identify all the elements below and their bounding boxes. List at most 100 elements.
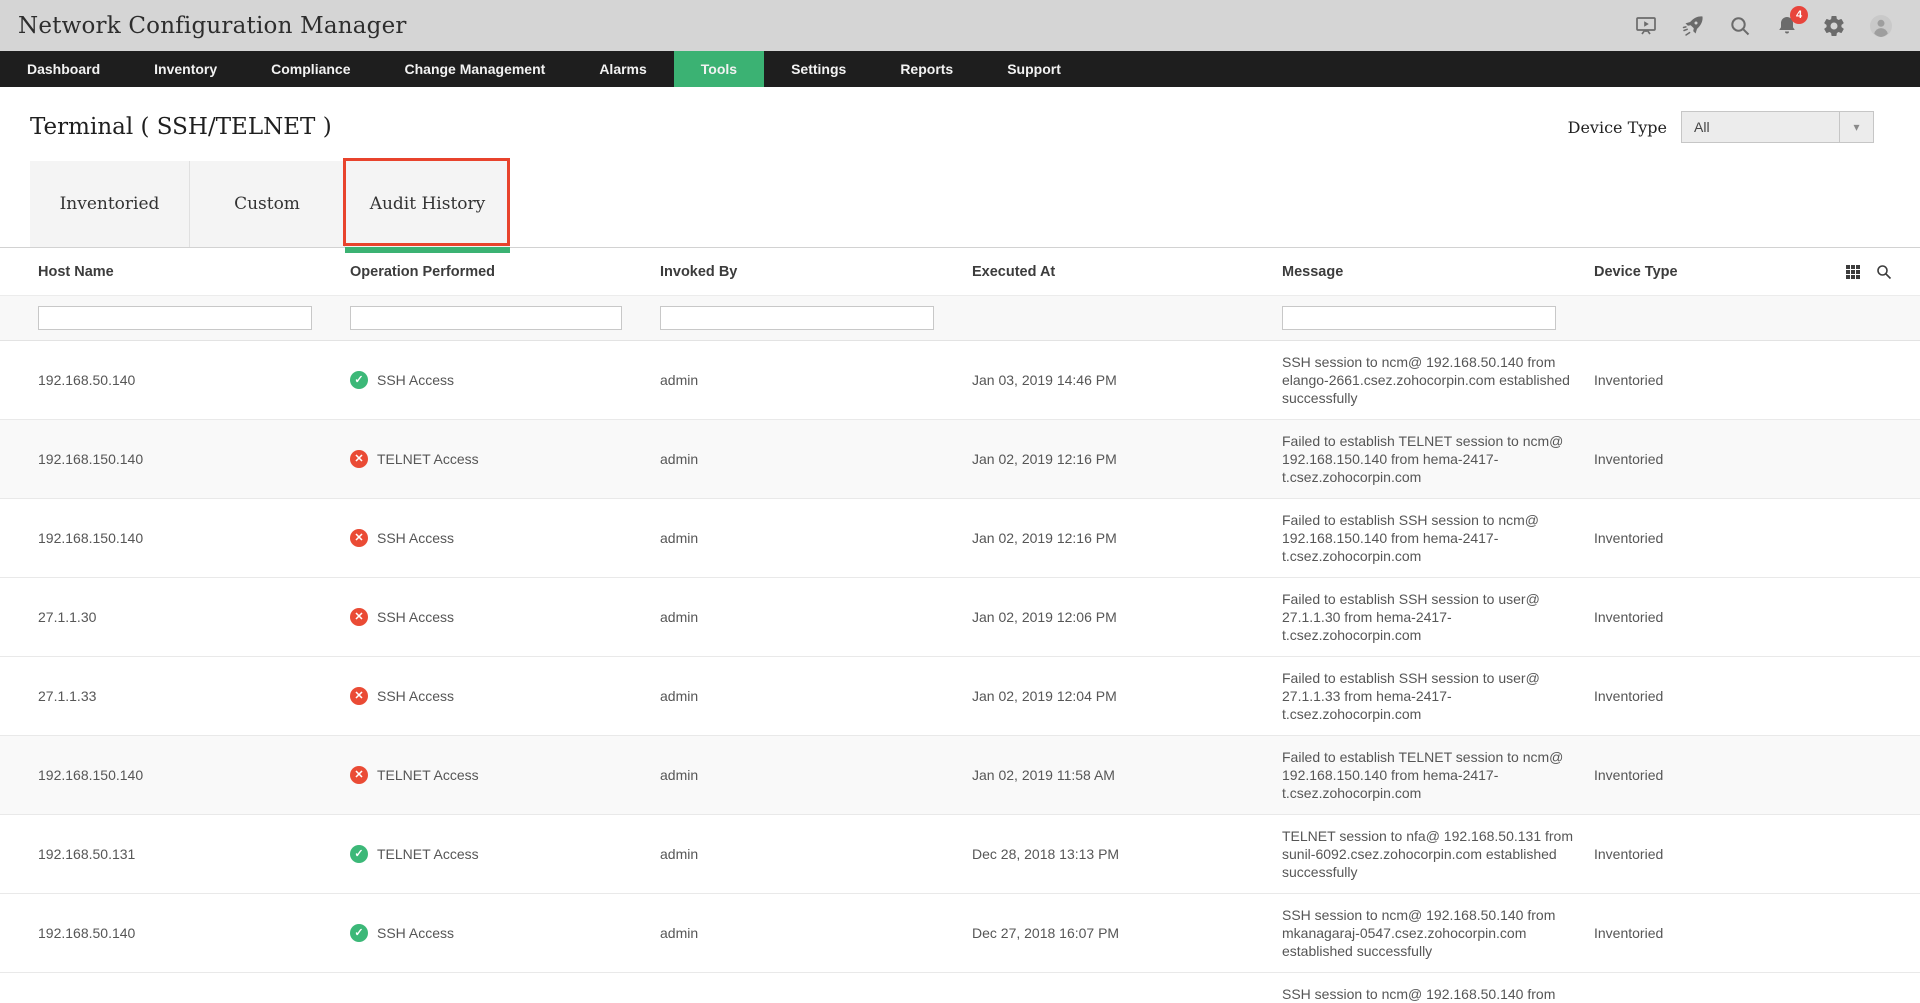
column-header-device-type[interactable]: Device Type [1594,264,1794,280]
operation-label: SSH Access [377,924,454,942]
nav-item-support[interactable]: Support [980,51,1088,87]
app-title: Network Configuration Manager [18,13,407,39]
device-type-cell: Inventoried [1594,924,1794,942]
message-cell: Failed to establish TELNET session to nc… [1282,748,1594,802]
executed-at-cell: Jan 02, 2019 12:16 PM [972,450,1282,468]
table-header-row: Host NameOperation PerformedInvoked ByEx… [38,264,1920,280]
page-title: Terminal ( SSH/TELNET ) [30,114,332,140]
message-cell: SSH session to ncm@ 192.168.50.140 from … [1282,353,1594,407]
device-type-cell: Inventoried [1594,450,1794,468]
executed-at-cell: Jan 02, 2019 11:58 AM [972,766,1282,784]
table-row[interactable]: 192.168.50.140✓SSH AccessadminDec 27, 20… [0,972,1920,1003]
operation-label: SSH Access [377,687,454,705]
operation-cell: ✓ TELNET Access [350,845,660,863]
nav-item-tools[interactable]: Tools [674,51,764,87]
table-row[interactable]: 192.168.150.140✕TELNET AccessadminJan 02… [0,735,1920,814]
table-head-icons [1844,248,1892,295]
host-cell: 192.168.50.140 [38,371,350,389]
message-cell: TELNET session to nfa@ 192.168.50.131 fr… [1282,827,1594,881]
message-cell: SSH session to ncm@ 192.168.50.140 from … [1282,985,1594,1003]
host-cell: 27.1.1.30 [38,608,350,626]
audit-history-table: Host NameOperation PerformedInvoked ByEx… [0,247,1920,1003]
presentation-icon[interactable] [1633,13,1659,39]
tab-bar: InventoriedCustomAudit History [30,161,1920,247]
device-type-cell: Inventoried [1594,608,1794,626]
success-icon: ✓ [350,371,368,389]
nav-item-change-management[interactable]: Change Management [378,51,573,87]
nav-item-inventory[interactable]: Inventory [127,51,244,87]
device-type-cell: Inventoried [1594,529,1794,547]
operation-label: SSH Access [377,371,454,389]
message-cell: Failed to establish TELNET session to nc… [1282,432,1594,486]
host-cell: 192.168.150.140 [38,766,350,784]
user-avatar[interactable] [1868,13,1894,39]
executed-at-cell: Dec 27, 2018 16:07 PM [972,924,1282,942]
filter-row [0,295,1920,341]
table-search-icon[interactable] [1875,263,1892,280]
invoked-by-cell: admin [660,371,972,389]
device-type-control: Device Type All ▾ [1568,111,1874,143]
operation-cell: ✓ SSH Access [350,371,660,389]
tab-audit-history[interactable]: Audit History [345,161,510,247]
table-head: Host NameOperation PerformedInvoked ByEx… [0,247,1920,295]
column-header-message[interactable]: Message [1282,264,1594,280]
device-type-select[interactable]: All ▾ [1681,111,1874,143]
table-row[interactable]: 27.1.1.33✕SSH AccessadminJan 02, 2019 12… [0,656,1920,735]
operation-cell: ✕ SSH Access [350,608,660,626]
operation-cell: ✕TELNET Access [350,450,660,468]
table-row[interactable]: 192.168.50.140✓SSH AccessadminJan 03, 20… [0,341,1920,419]
operation-label: SSH Access [377,608,454,626]
nav-item-alarms[interactable]: Alarms [572,51,673,87]
host-cell: 192.168.150.140 [38,450,350,468]
header-icons: 4 [1633,13,1894,39]
filter-host-input[interactable] [38,306,312,330]
table-row[interactable]: 192.168.150.140✕SSH AccessadminJan 02, 2… [0,498,1920,577]
table-row[interactable]: 192.168.50.140✓SSH AccessadminDec 27, 20… [0,893,1920,972]
filter-invoked-by-input[interactable] [660,306,934,330]
table-row[interactable]: 192.168.150.140✕TELNET AccessadminJan 02… [0,419,1920,498]
page-head: Terminal ( SSH/TELNET ) Device Type All … [0,87,1920,143]
nav-item-settings[interactable]: Settings [764,51,873,87]
invoked-by-cell: admin [660,845,972,863]
nav-item-reports[interactable]: Reports [873,51,980,87]
message-cell: Failed to establish SSH session to user@… [1282,669,1594,723]
table-row[interactable]: 192.168.50.131✓ TELNET Access adminDec 28,… [0,814,1920,893]
table-row[interactable]: 27.1.1.30✕ SSH Access adminJan 02, 2019 12… [0,577,1920,656]
column-chooser-grid-icon[interactable] [1844,263,1861,280]
error-icon: ✕ [350,608,368,626]
column-header-invoked-by[interactable]: Invoked By [660,264,972,280]
executed-at-cell: Jan 02, 2019 12:06 PM [972,608,1282,626]
column-header-operation-performed[interactable]: Operation Performed [350,264,660,280]
error-icon: ✕ [350,450,368,468]
filter-operation-input[interactable] [350,306,622,330]
tabs-wrap: InventoriedCustomAudit History [30,161,1920,247]
column-header-host-name[interactable]: Host Name [38,264,350,280]
error-icon: ✕ [350,766,368,784]
table-body: 192.168.50.140✓SSH AccessadminJan 03, 20… [0,341,1920,1003]
column-header-executed-at[interactable]: Executed At [972,264,1282,280]
filter-message-input[interactable] [1282,306,1556,330]
operation-label: TELNET Access [377,766,479,784]
message-cell: Failed to establish SSH session to user@… [1282,590,1594,644]
success-icon: ✓ [350,845,368,863]
tab-custom[interactable]: Custom [190,161,345,247]
gear-icon[interactable] [1821,13,1847,39]
message-cell: Failed to establish SSH session to ncm@ … [1282,511,1594,565]
invoked-by-cell: admin [660,529,972,547]
operation-cell: ✕ TELNET Access [350,766,660,784]
host-cell: 192.168.50.131 [38,845,350,863]
search-icon[interactable] [1727,13,1753,39]
executed-at-cell: Jan 02, 2019 12:16 PM [972,529,1282,547]
operation-label: SSH Access [377,529,454,547]
rocket-icon[interactable] [1680,13,1706,39]
nav-item-compliance[interactable]: Compliance [244,51,377,87]
bell-icon[interactable]: 4 [1774,13,1800,39]
operation-label: TELNET Access [377,845,479,863]
nav-item-dashboard[interactable]: Dashboard [0,51,127,87]
host-cell: 192.168.50.140 [38,924,350,942]
invoked-by-cell: admin [660,924,972,942]
tab-inventoried[interactable]: Inventoried [30,161,190,247]
invoked-by-cell: admin [660,608,972,626]
executed-at-cell: Dec 28, 2018 13:13 PM [972,845,1282,863]
chevron-down-icon: ▾ [1839,112,1873,142]
